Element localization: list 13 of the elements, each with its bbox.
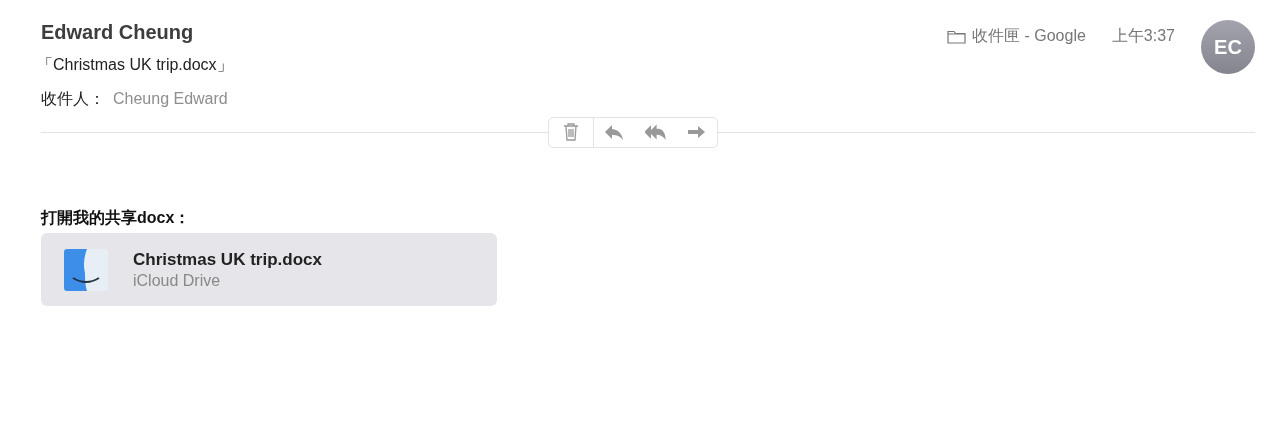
message-text: 打開我的共享docx： xyxy=(41,208,192,228)
avatar: EC xyxy=(1201,20,1255,74)
attachment-location: iCloud Drive xyxy=(133,270,222,291)
mailbox-label: 收件匣 - Google xyxy=(972,26,1086,46)
app-icon xyxy=(63,247,109,292)
attachment-name: Christmas UK trip.docx xyxy=(133,248,322,271)
recipients-label: 收件人： xyxy=(41,89,105,109)
folder-icon xyxy=(947,28,967,44)
sender-name: Edward Cheung xyxy=(41,20,195,45)
reply-all-icon xyxy=(645,122,666,142)
subject-line: 「Christmas UK trip.docx」 xyxy=(37,55,233,75)
attachment-card[interactable]: Christmas UK trip.docx iCloud Drive xyxy=(41,233,497,306)
time-label: 上午3:37 xyxy=(1111,26,1175,46)
